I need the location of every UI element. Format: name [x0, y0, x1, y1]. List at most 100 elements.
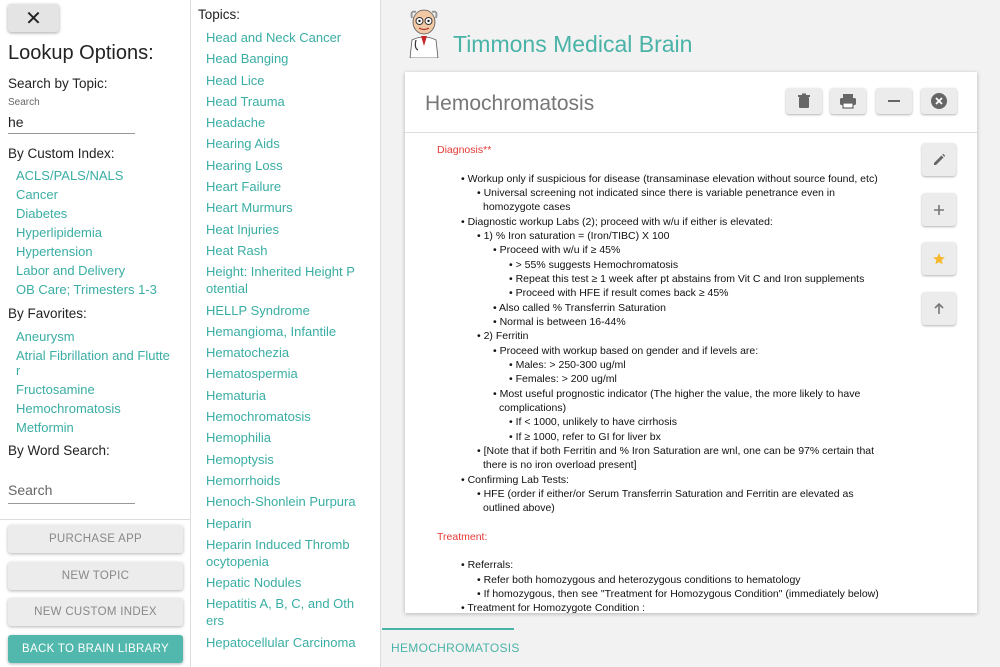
custom-index-item[interactable]: Labor and Delivery	[16, 263, 186, 278]
note-line: • Normal is between 16-44%	[493, 316, 626, 328]
note-line: • Most useful prognostic indicator (The …	[493, 388, 861, 400]
active-tab-indicator	[382, 628, 514, 630]
close-card-button[interactable]	[921, 88, 957, 114]
topic-item[interactable]: Hemophilia	[206, 429, 356, 446]
minimize-button[interactable]	[876, 88, 912, 114]
topic-item[interactable]: Hemorrhoids	[206, 472, 356, 489]
custom-index-item[interactable]: Cancer	[16, 187, 186, 202]
divider	[0, 519, 190, 520]
note-line: • Treatment for Homozygote Condition :	[461, 602, 646, 613]
note-line: complications)	[499, 402, 567, 414]
back-to-brain-library-button[interactable]: BACK TO BRAIN LIBRARY	[8, 635, 183, 663]
topic-item[interactable]: Hematospermia	[206, 365, 356, 382]
favorite-item[interactable]: Atrial Fibrillation and Flutter	[16, 348, 171, 378]
close-button[interactable]: ✕	[8, 4, 59, 32]
card-header: Hemochromatosis	[405, 72, 977, 133]
search-field-label: Search	[8, 97, 40, 108]
topic-item[interactable]: Hemoptysis	[206, 451, 356, 468]
doctor-mascot-icon	[409, 9, 439, 58]
new-topic-button[interactable]: NEW TOPIC	[8, 562, 183, 590]
note-line: • Refer both homozygous and heterozygous…	[477, 574, 801, 586]
bottom-tab-bar: HEMOCHROMATOSIS	[382, 628, 1000, 667]
note-line: • Confirming Lab Tests:	[461, 474, 569, 486]
custom-index-item[interactable]: OB Care; Trimesters 1-3	[16, 282, 186, 297]
topics-panel: Topics: Head and Neck Cancer Head Bangin…	[191, 0, 381, 667]
diagnosis-heading: Diagnosis**	[437, 144, 492, 156]
note-line: • Workup only if suspicious for disease …	[461, 173, 878, 185]
delete-button[interactable]	[786, 88, 822, 114]
purchase-app-button[interactable]: PURCHASE APP	[8, 525, 183, 553]
custom-index-item[interactable]: Hypertension	[16, 244, 186, 259]
favorite-item[interactable]: Fructosamine	[16, 382, 171, 397]
note-line: • Referrals:	[461, 559, 514, 571]
note-line: • 1) % Iron saturation = (Iron/TIBC) X 1…	[477, 230, 670, 242]
topic-item[interactable]: Hearing Loss	[206, 157, 356, 174]
custom-index-label: By Custom Index:	[8, 146, 115, 161]
topic-item[interactable]: Height: Inherited Height Potential	[206, 263, 356, 297]
print-button[interactable]	[830, 88, 866, 114]
note-line: • If ≥ 1000, refer to GI for liver bx	[509, 431, 661, 443]
topic-item[interactable]: Hemangioma, Infantile	[206, 323, 356, 340]
note-content: Diagnosis** • Workup only if suspicious …	[405, 134, 917, 613]
new-custom-index-button[interactable]: NEW CUSTOM INDEX	[8, 598, 183, 626]
topic-item[interactable]: Hearing Aids	[206, 135, 356, 152]
favorite-button[interactable]	[922, 242, 956, 275]
note-line: homozygote cases	[483, 201, 571, 213]
topic-item[interactable]: Head and Neck Cancer	[206, 29, 356, 46]
add-button[interactable]	[922, 193, 956, 226]
topic-item[interactable]: Heparin	[206, 515, 356, 532]
topics-title: Topics:	[198, 7, 241, 22]
topic-item[interactable]: Heat Injuries	[206, 221, 356, 238]
topic-item[interactable]: Hepatic Nodules	[206, 574, 356, 591]
topic-item[interactable]: Heparin Induced Thrombocytopenia	[206, 536, 356, 570]
note-line: • Proceed with workup based on gender an…	[493, 345, 759, 357]
word-search-input[interactable]: Search	[8, 482, 135, 504]
topic-item[interactable]: Hepatitis A, B, C, and Others	[206, 595, 356, 629]
main-area: Timmons Medical Brain Hemochromatosis Di…	[382, 0, 1000, 667]
topic-item[interactable]: Hepatocellular Carcinoma	[206, 634, 356, 651]
note-line: • Proceed with w/u if ≥ 45%	[493, 244, 621, 256]
topic-item[interactable]: Headache	[206, 114, 356, 131]
search-by-topic-label: Search by Topic:	[8, 76, 108, 91]
note-line: outlined above)	[483, 502, 555, 514]
note-line: • If < 1000, unlikely to have cirrhosis	[509, 416, 677, 428]
favorite-item[interactable]: Aneurysm	[16, 329, 171, 344]
note-line: • Universal screening not indicated sinc…	[477, 187, 835, 199]
favorite-item[interactable]: Metformin	[16, 420, 171, 435]
note-line: • Also called % Transferrin Saturation	[493, 302, 666, 314]
topic-item[interactable]: Head Trauma	[206, 93, 356, 110]
topic-item[interactable]: Heart Murmurs	[206, 199, 356, 216]
topic-item[interactable]: Heat Rash	[206, 242, 356, 259]
topic-item[interactable]: HELLP Syndrome	[206, 302, 356, 319]
scroll-top-button[interactable]	[922, 292, 956, 325]
topic-item[interactable]: Head Lice	[206, 72, 356, 89]
note-line: • Proceed with HFE if result comes back …	[509, 287, 729, 299]
minimize-icon	[888, 100, 900, 102]
note-line: • HFE (order if either/or Serum Transfer…	[477, 488, 854, 500]
custom-index-item[interactable]: Hyperlipidemia	[16, 225, 186, 240]
star-icon	[933, 252, 945, 264]
topic-item[interactable]: Hematuria	[206, 387, 356, 404]
favorite-item[interactable]: Hemochromatosis	[16, 401, 171, 416]
edit-icon	[934, 153, 946, 165]
topic-item[interactable]: Hematochezia	[206, 344, 356, 361]
topic-item[interactable]: Henoch-Shonlein Purpura	[206, 493, 356, 510]
favorites-label: By Favorites:	[8, 306, 87, 321]
app-title: Timmons Medical Brain	[453, 31, 693, 57]
word-search-label: By Word Search:	[8, 443, 110, 458]
favorites-list: Aneurysm Atrial Fibrillation and Flutter…	[16, 329, 171, 439]
arrow-up-icon	[934, 302, 944, 314]
topic-search-input[interactable]: he	[8, 114, 135, 134]
custom-index-item[interactable]: Diabetes	[16, 206, 186, 221]
topic-item[interactable]: Head Banging	[206, 50, 356, 67]
topic-item[interactable]: Heart Failure	[206, 178, 356, 195]
topic-item[interactable]: Hemochromatosis	[206, 408, 356, 425]
card-title: Hemochromatosis	[425, 92, 595, 115]
add-icon	[934, 204, 944, 215]
custom-index-item[interactable]: ACLS/PALS/NALS	[16, 168, 186, 183]
note-line: • Females: > 200 ug/ml	[509, 373, 617, 385]
note-line: • > 55% suggests Hemochromatosis	[509, 259, 679, 271]
edit-button[interactable]	[922, 143, 956, 176]
tab-hemochromatosis[interactable]: HEMOCHROMATOSIS	[391, 641, 520, 655]
trash-icon	[798, 93, 810, 108]
